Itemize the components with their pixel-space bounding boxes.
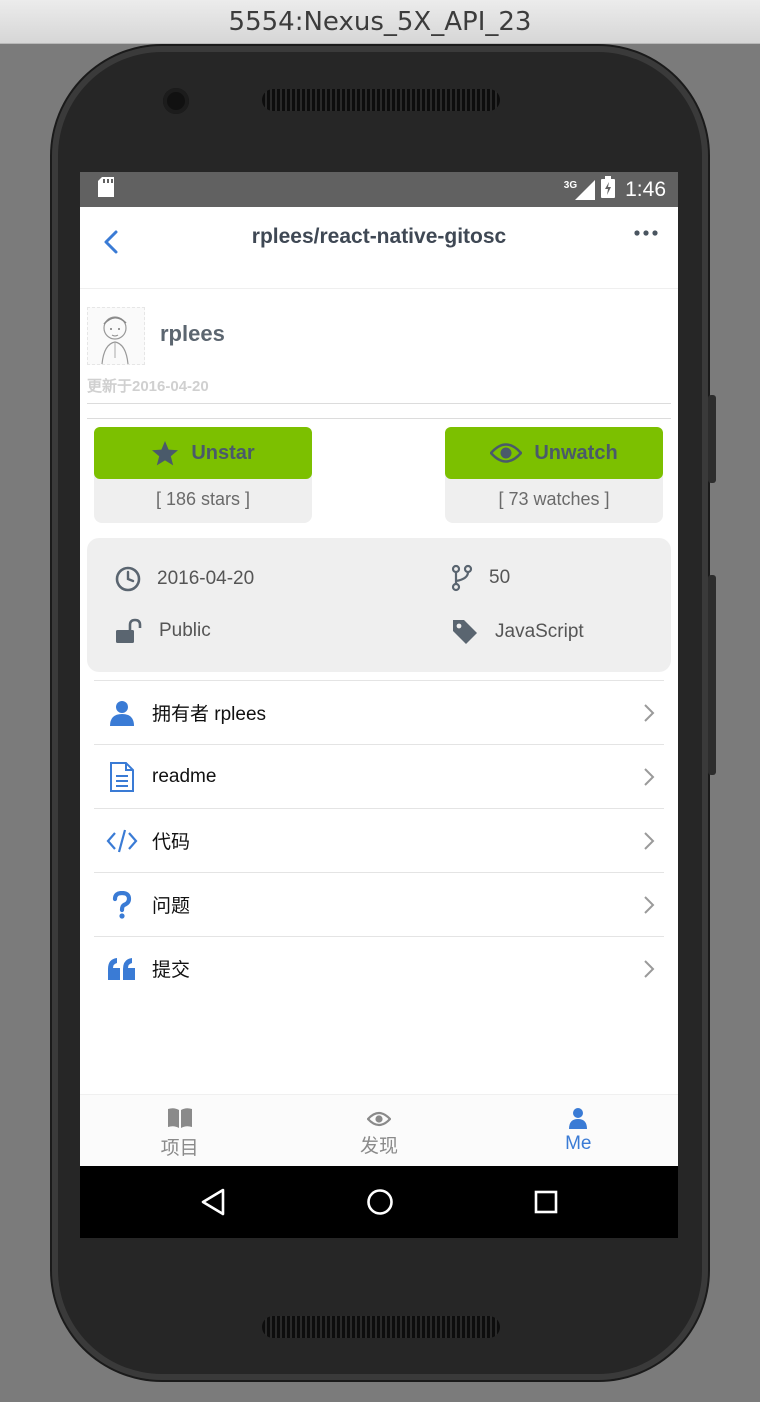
status-icons: 3G 1:46 bbox=[564, 175, 666, 204]
tab-discover[interactable]: 发现 bbox=[279, 1095, 478, 1166]
navigation-bar: rplees/react-native-gitosc bbox=[80, 207, 678, 289]
power-button[interactable] bbox=[708, 395, 716, 483]
language-value: JavaScript bbox=[495, 621, 584, 642]
tab-label-discover: 发现 bbox=[359, 1136, 398, 1157]
menu-item-owner[interactable]: 拥有者 rplees bbox=[94, 680, 664, 744]
menu-label-owner: 拥有者 rplees bbox=[152, 704, 267, 725]
menu-label-readme: readme bbox=[152, 765, 217, 787]
watch-card: Unwatch [ 73 watches ] bbox=[445, 427, 663, 523]
system-navigation-bar bbox=[80, 1166, 678, 1238]
chevron-right-icon bbox=[644, 831, 655, 850]
menu-item-readme[interactable]: readme bbox=[94, 744, 664, 808]
volume-button[interactable] bbox=[708, 575, 716, 775]
menu-item-commits[interactable]: 提交 bbox=[94, 936, 664, 1000]
status-bar: 3G 1:46 bbox=[80, 172, 678, 207]
battery-icon bbox=[601, 175, 616, 204]
top-speaker bbox=[262, 89, 500, 111]
eye-icon bbox=[366, 1111, 391, 1127]
system-home-icon[interactable] bbox=[366, 1188, 394, 1216]
emulator-window-title: 5554:Nexus_5X_API_23 bbox=[0, 0, 760, 44]
unstar-label: Unstar bbox=[191, 441, 255, 464]
fork-icon bbox=[451, 564, 473, 592]
owner-name[interactable]: rplees bbox=[160, 321, 225, 347]
page-title: rplees/react-native-gitosc bbox=[251, 225, 507, 248]
updated-date: 更新于2016-04-20 bbox=[87, 378, 209, 395]
person-icon bbox=[569, 1108, 588, 1129]
divider bbox=[87, 403, 671, 404]
signal-icon: 3G bbox=[564, 179, 596, 200]
owner-header: rplees 更新于2016-04-20 bbox=[80, 289, 678, 405]
star-icon bbox=[152, 441, 179, 466]
quote-icon bbox=[106, 953, 138, 985]
menu-label-commits: 提交 bbox=[152, 960, 191, 981]
sd-card-icon bbox=[98, 177, 114, 202]
forks-value: 50 bbox=[489, 567, 511, 588]
code-icon bbox=[106, 825, 138, 857]
device-screen: 3G 1:46 rplees/react-native-gitosc rplee… bbox=[80, 172, 678, 1238]
menu-item-issues[interactable]: 问题 bbox=[94, 872, 664, 936]
unlock-icon bbox=[116, 618, 142, 643]
chevron-right-icon bbox=[644, 703, 655, 722]
star-card: Unstar [ 186 stars ] bbox=[94, 427, 312, 523]
unstar-button[interactable]: Unstar bbox=[94, 427, 312, 479]
chevron-right-icon bbox=[644, 767, 655, 786]
chevron-right-icon bbox=[644, 959, 655, 978]
visibility-value: Public bbox=[159, 620, 211, 641]
unwatch-label: Unwatch bbox=[534, 441, 618, 464]
tag-icon bbox=[453, 620, 477, 644]
tab-label-me: Me bbox=[565, 1133, 592, 1154]
clock-icon bbox=[115, 566, 141, 592]
repo-menu: 拥有者 rplees readme 代码 问题 提交 bbox=[94, 680, 664, 1000]
watch-count: [ 73 watches ] bbox=[498, 489, 610, 509]
menu-label-issues: 问题 bbox=[152, 896, 191, 917]
menu-label-code: 代码 bbox=[152, 832, 191, 853]
avatar[interactable] bbox=[87, 307, 145, 365]
info-forks: 50 bbox=[451, 564, 510, 592]
info-language: JavaScript bbox=[451, 618, 584, 646]
system-back-icon[interactable] bbox=[200, 1188, 226, 1216]
menu-item-code[interactable]: 代码 bbox=[94, 808, 664, 872]
tab-projects[interactable]: 项目 bbox=[80, 1095, 279, 1166]
unwatch-button[interactable]: Unwatch bbox=[445, 427, 663, 479]
info-date: 2016-04-20 bbox=[115, 566, 254, 592]
date-value: 2016-04-20 bbox=[157, 568, 255, 589]
bottom-tab-bar: 项目 发现 Me bbox=[80, 1094, 678, 1166]
clock: 1:46 bbox=[625, 177, 666, 201]
repo-info-box: 2016-04-20 50 Public JavaScript bbox=[87, 538, 671, 672]
system-recents-icon[interactable] bbox=[534, 1190, 558, 1214]
user-icon bbox=[106, 697, 138, 729]
more-icon[interactable] bbox=[632, 221, 660, 245]
divider bbox=[87, 418, 671, 419]
front-camera bbox=[163, 88, 189, 114]
eye-icon bbox=[490, 443, 523, 463]
chevron-right-icon bbox=[644, 895, 655, 914]
tab-me[interactable]: Me bbox=[479, 1095, 678, 1166]
info-visibility: Public bbox=[115, 618, 211, 644]
question-icon bbox=[106, 889, 138, 921]
document-icon bbox=[106, 761, 138, 793]
bottom-speaker bbox=[262, 1316, 500, 1338]
tab-label-projects: 项目 bbox=[160, 1138, 199, 1159]
star-count: [ 186 stars ] bbox=[155, 489, 251, 509]
book-icon bbox=[167, 1108, 192, 1128]
